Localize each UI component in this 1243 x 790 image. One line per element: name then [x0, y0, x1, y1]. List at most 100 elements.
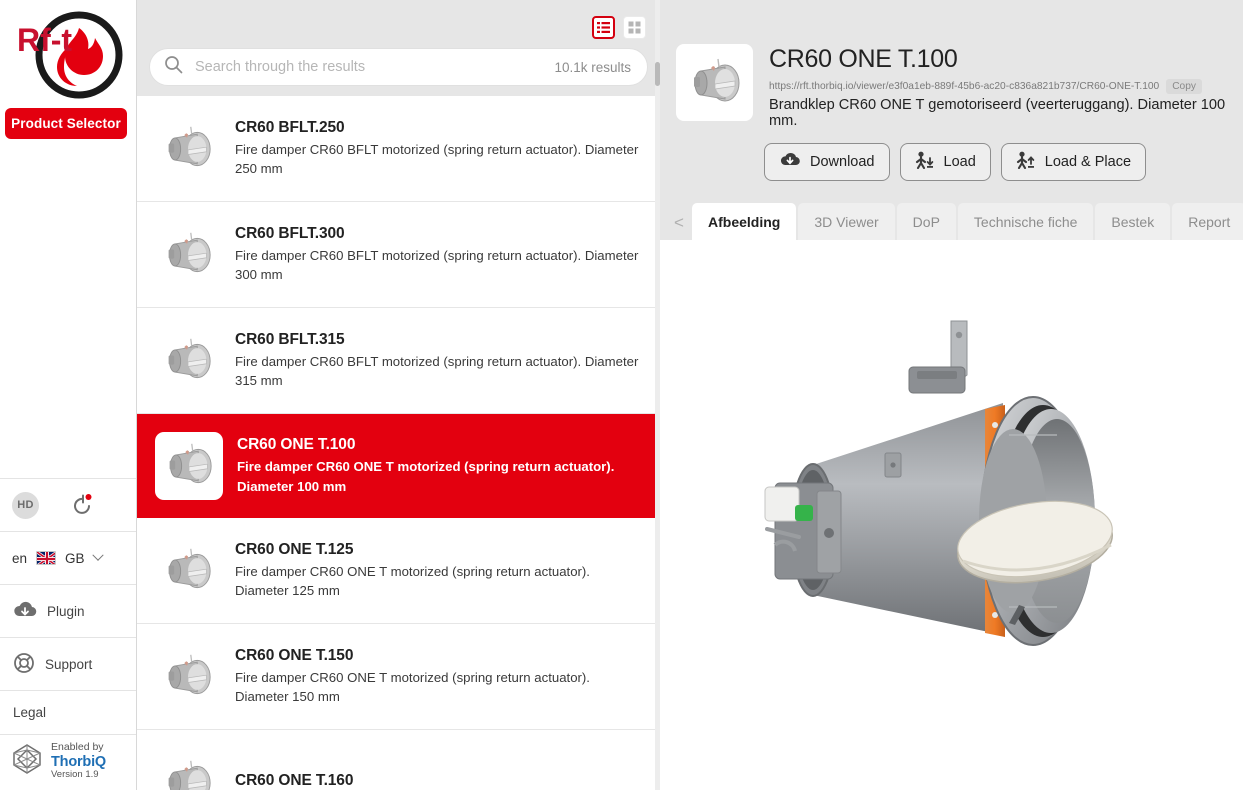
detail-action-buttons: Download Load	[660, 129, 1243, 181]
list-item[interactable]: CR60 ONE T.150 Fire damper CR60 ONE T mo…	[137, 624, 660, 730]
language-code: en	[12, 551, 27, 566]
copy-button[interactable]: Copy	[1166, 79, 1202, 94]
product-thumbnail-icon	[155, 750, 221, 790]
list-item-description: Fire damper CR60 BFLT motorized (spring …	[235, 246, 646, 284]
list-item[interactable]: CR60 ONE T.125 Fire damper CR60 ONE T mo…	[137, 518, 660, 624]
notification-dot-icon	[86, 494, 92, 500]
sync-icon[interactable]	[67, 494, 93, 516]
search-icon	[164, 55, 183, 79]
product-selector-app: Rf-t Product Selector HD en	[0, 0, 1243, 790]
product-thumbnail-icon	[155, 328, 221, 394]
load-button[interactable]: Load	[900, 143, 991, 181]
list-item-title: CR60 ONE T.150	[235, 647, 646, 665]
detail-description: Brandklep CR60 ONE T gemotoriseerd (veer…	[769, 97, 1232, 129]
list-item[interactable]: CR60 ONE T.160	[137, 730, 660, 790]
list-item-description: Fire damper CR60 ONE T motorized (spring…	[235, 562, 646, 600]
list-item-title: CR60 ONE T.125	[235, 541, 646, 559]
list-item-text: CR60 ONE T.100 Fire damper CR60 ONE T mo…	[237, 436, 646, 495]
list-item-title: CR60 BFLT.300	[235, 225, 646, 243]
list-view-icon[interactable]	[592, 16, 615, 39]
search-input[interactable]	[195, 59, 542, 75]
list-item-description: Fire damper CR60 BFLT motorized (spring …	[235, 352, 646, 390]
download-button[interactable]: Download	[764, 143, 890, 181]
list-item-description: Fire damper CR60 BFLT motorized (spring …	[235, 140, 646, 178]
cloud-download-icon	[12, 600, 38, 623]
product-selector-button-row: Product Selector	[0, 104, 136, 139]
sidebar-language-selector[interactable]: en GB	[0, 531, 136, 584]
search-bar[interactable]: 10.1k results	[149, 48, 648, 86]
load-place-person-icon	[1016, 151, 1036, 173]
load-and-place-button[interactable]: Load & Place	[1001, 143, 1146, 181]
list-item-text: CR60 BFLT.315 Fire damper CR60 BFLT moto…	[235, 331, 646, 390]
sidebar-spacer	[0, 139, 136, 478]
detail-info: CR60 ONE T.100 https://rft.thorbiq.io/vi…	[769, 44, 1232, 129]
product-thumbnail-icon	[155, 116, 221, 182]
sidebar-footer: Enabled by ThorbiQ Version 1.9	[0, 734, 136, 790]
grid-view-icon[interactable]	[623, 16, 646, 39]
tab-report[interactable]: Report	[1172, 203, 1243, 240]
tab-bestek[interactable]: Bestek	[1095, 203, 1170, 240]
results-panel: 10.1k results CR60 BFLT.250 Fire damper …	[137, 0, 660, 790]
list-item-selected[interactable]: CR60 ONE T.100 Fire damper CR60 ONE T mo…	[137, 414, 660, 518]
detail-url[interactable]: https://rft.thorbiq.io/viewer/e3f0a1eb-8…	[769, 81, 1159, 92]
chevron-down-icon[interactable]	[92, 550, 103, 561]
product-thumbnail-icon	[155, 644, 221, 710]
detail-panel: CR60 ONE T.100 https://rft.thorbiq.io/vi…	[660, 0, 1243, 790]
list-item[interactable]: CR60 BFLT.250 Fire damper CR60 BFLT moto…	[137, 96, 660, 202]
enabled-by-label: Enabled by	[51, 742, 106, 754]
chevron-left-icon[interactable]: <	[668, 206, 690, 240]
results-count: 10.1k results	[554, 60, 631, 75]
thorbiq-credit: Enabled by ThorbiQ Version 1.9	[51, 742, 106, 781]
list-item-text: CR60 BFLT.300 Fire damper CR60 BFLT moto…	[235, 225, 646, 284]
list-item-title: CR60 BFLT.250	[235, 119, 646, 137]
sidebar-item-label-support: Support	[45, 657, 92, 672]
list-item-title: CR60 ONE T.160	[235, 772, 646, 790]
sidebar-account-row[interactable]: HD	[0, 478, 136, 531]
list-item-description: Fire damper CR60 ONE T motorized (spring…	[235, 668, 646, 706]
detail-url-row: https://rft.thorbiq.io/viewer/e3f0a1eb-8…	[769, 79, 1232, 94]
list-item-description: Fire damper CR60 ONE T motorized (spring…	[237, 457, 646, 495]
sidebar-item-support[interactable]: Support	[0, 637, 136, 690]
list-item[interactable]: CR60 BFLT.300 Fire damper CR60 BFLT moto…	[137, 202, 660, 308]
sidebar: Rf-t Product Selector HD en	[0, 0, 137, 790]
lifebuoy-icon	[12, 652, 36, 677]
list-item-text: CR60 ONE T.160	[235, 772, 646, 790]
results-toolbar	[137, 0, 660, 48]
product-selector-button[interactable]: Product Selector	[5, 108, 127, 139]
sidebar-item-label-legal: Legal	[13, 705, 46, 720]
list-item-text: CR60 ONE T.125 Fire damper CR60 ONE T mo…	[235, 541, 646, 600]
load-button-label: Load	[944, 154, 976, 170]
list-item[interactable]: CR60 BFLT.315 Fire damper CR60 BFLT moto…	[137, 308, 660, 414]
product-thumbnail-icon	[155, 222, 221, 288]
sidebar-item-plugin[interactable]: Plugin	[0, 584, 136, 637]
detail-thumbnail[interactable]	[676, 44, 753, 121]
image-viewer[interactable]	[660, 240, 1243, 790]
thorbiq-polyhedron-icon	[10, 742, 44, 781]
results-list-scroll[interactable]: CR60 BFLT.250 Fire damper CR60 BFLT moto…	[137, 96, 660, 790]
svg-text:Rf-t: Rf-t	[17, 22, 72, 58]
sidebar-item-label-plugin: Plugin	[47, 604, 85, 619]
damper-thumb-icon	[685, 57, 745, 109]
product-thumbnail-icon	[155, 432, 223, 500]
cloud-download-icon	[779, 151, 801, 172]
list-item-title: CR60 ONE T.100	[237, 436, 646, 454]
tab-afbeelding[interactable]: Afbeelding	[692, 203, 796, 240]
product-thumbnail-icon	[155, 538, 221, 604]
thorbiq-name: ThorbiQ	[51, 754, 106, 770]
version-label: Version 1.9	[51, 770, 106, 781]
gb-flag-icon	[36, 551, 56, 565]
list-item-text: CR60 ONE T.150 Fire damper CR60 ONE T mo…	[235, 647, 646, 706]
view-toggle-group	[592, 16, 646, 39]
sidebar-item-legal[interactable]: Legal	[0, 690, 136, 734]
load-and-place-button-label: Load & Place	[1045, 154, 1131, 170]
language-region: GB	[65, 551, 85, 566]
tab-dop[interactable]: DoP	[897, 203, 956, 240]
damper-product-image	[713, 305, 1193, 725]
brand-logo[interactable]: Rf-t	[0, 0, 136, 104]
avatar[interactable]: HD	[12, 492, 39, 519]
rf-t-flame-logo-icon: Rf-t	[9, 8, 127, 100]
load-person-icon	[915, 151, 935, 173]
download-button-label: Download	[810, 154, 875, 170]
tab-3d-viewer[interactable]: 3D Viewer	[798, 203, 894, 240]
tab-technische-fiche[interactable]: Technische fiche	[958, 203, 1094, 240]
